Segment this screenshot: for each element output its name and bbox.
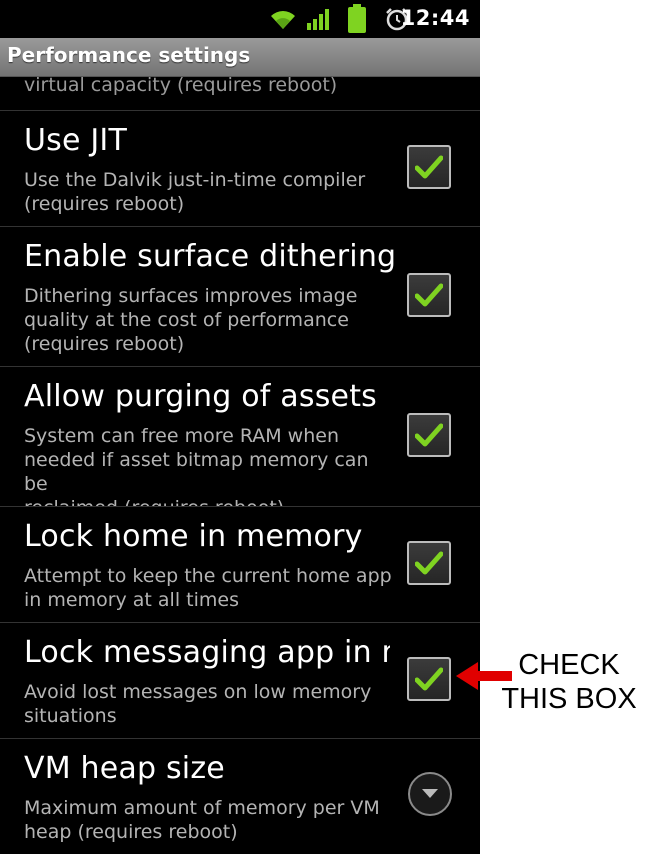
annotation-label: CHECK THIS BOX: [494, 648, 644, 716]
list-item-summary: Use the Dalvik just-in-time compiler (re…: [24, 169, 366, 215]
list-item-summary: Attempt to keep the current home app in …: [24, 565, 392, 611]
phone-screen: 12:44 Performance settings virtual capac…: [0, 0, 480, 854]
chevron-down-icon: [422, 789, 438, 798]
surface-dithering-checkbox[interactable]: [407, 273, 451, 317]
list-item-vm-heap-size[interactable]: VM heap size Maximum amount of memory pe…: [0, 739, 480, 854]
list-item-summary: Maximum amount of memory per VM heap (re…: [24, 797, 380, 843]
lock-home-checkbox[interactable]: [407, 541, 451, 585]
list-item-summary: Avoid lost messages on low memory situat…: [24, 681, 372, 727]
list-item-title: VM heap size: [24, 751, 225, 786]
annotation-line-2: THIS BOX: [501, 683, 637, 715]
partial-summary: virtual capacity (requires reboot): [24, 77, 338, 96]
list-item-purging-assets[interactable]: Allow purging of assets System can free …: [0, 367, 480, 507]
title-bar: Performance settings: [0, 38, 480, 77]
list-item-lock-messaging[interactable]: Lock messaging app in m Avoid lost messa…: [0, 623, 480, 739]
list-item-title: Allow purging of assets: [24, 379, 377, 414]
checkmark-icon: [415, 155, 443, 179]
page-title: Performance settings: [7, 43, 251, 67]
checkmark-icon: [415, 667, 443, 691]
list-item-summary: Dithering surfaces improves image qualit…: [24, 285, 358, 355]
purging-assets-checkbox[interactable]: [407, 413, 451, 457]
checkmark-icon: [415, 551, 443, 575]
annotation-line-1: CHECK: [518, 649, 620, 681]
list-item-title: Lock home in memory: [24, 519, 363, 554]
signal-icon: [307, 9, 329, 30]
lock-messaging-checkbox[interactable]: [407, 657, 451, 701]
wifi-icon: [271, 11, 295, 29]
battery-icon: [348, 4, 366, 33]
use-jit-checkbox[interactable]: [407, 145, 451, 189]
list-item-surface-dithering[interactable]: Enable surface dithering Dithering surfa…: [0, 227, 480, 367]
checkmark-icon: [415, 283, 443, 307]
status-bar: 12:44: [0, 0, 480, 38]
list-item-title: Use JIT: [24, 123, 128, 158]
list-item-use-jit[interactable]: Use JIT Use the Dalvik just-in-time comp…: [0, 111, 480, 227]
list-item-title: Lock messaging app in m: [24, 635, 411, 670]
vm-heap-size-dropdown[interactable]: [408, 772, 452, 816]
list-item-summary: System can free more RAM when needed if …: [24, 425, 369, 506]
list-item-lock-home[interactable]: Lock home in memory Attempt to keep the …: [0, 507, 480, 623]
checkmark-icon: [415, 423, 443, 447]
list-item-title: Enable surface dithering: [24, 239, 397, 274]
status-time: 12:44: [400, 6, 470, 30]
partial-list-item: virtual capacity (requires reboot): [0, 77, 480, 111]
